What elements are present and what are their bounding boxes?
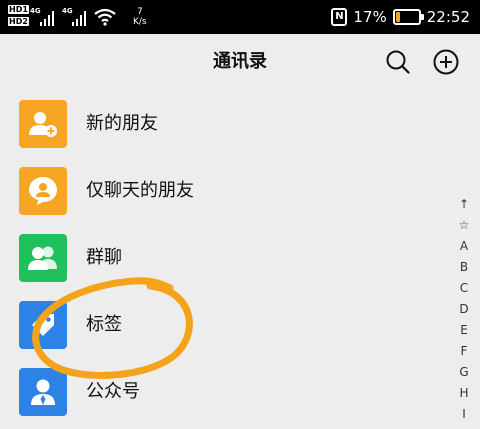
index-h[interactable]: H	[456, 383, 472, 404]
official-accounts-avatar	[19, 368, 67, 416]
index-e[interactable]: E	[456, 320, 472, 341]
group-chats-item[interactable]: 群聊	[0, 224, 460, 291]
index-up[interactable]: ↑	[456, 194, 472, 215]
official-account-icon	[31, 379, 55, 405]
tags-label: 标签	[86, 314, 122, 335]
index-a[interactable]: A	[456, 236, 472, 257]
battery-percent: 17%	[353, 8, 387, 26]
tag-icon	[32, 314, 54, 336]
group-chats-label: 群聊	[86, 247, 122, 268]
signal-icon-2	[72, 10, 86, 26]
official-accounts-label: 公众号	[86, 381, 140, 402]
index-i[interactable]: I	[456, 404, 472, 425]
group-icon	[28, 246, 57, 270]
sim2-badge: HD2	[8, 17, 29, 26]
wifi-icon	[94, 8, 116, 26]
chat-only-friends-item[interactable]: 仅聊天的朋友	[0, 157, 460, 224]
search-icon	[386, 50, 410, 74]
index-d[interactable]: D	[456, 299, 472, 320]
plus-circle-icon	[433, 49, 459, 75]
add-person-icon	[29, 112, 57, 137]
chat-only-friends-label: 仅聊天的朋友	[86, 180, 194, 201]
chat-bubble-person-icon	[29, 177, 57, 205]
group-chats-avatar	[19, 234, 67, 282]
network-speed: 7 K/s	[133, 7, 147, 27]
status-right: N 17% 22:52	[331, 0, 470, 34]
nfc-icon: N	[331, 8, 348, 26]
clock: 22:52	[426, 8, 470, 26]
alphabet-index-bar[interactable]: ↑ ☆ A B C D E F G H I	[456, 194, 472, 425]
official-accounts-item[interactable]: 公众号	[0, 358, 460, 425]
chat-only-friends-avatar	[19, 167, 67, 215]
signal-icon-1	[40, 10, 54, 26]
new-friends-item[interactable]: 新的朋友	[0, 90, 460, 157]
battery-fill	[395, 12, 400, 22]
sim1-badge: HD1	[8, 5, 29, 14]
tags-item[interactable]: 标签	[0, 291, 460, 358]
new-friends-label: 新的朋友	[86, 113, 158, 134]
new-friends-avatar	[19, 100, 67, 148]
battery-icon	[392, 9, 424, 25]
index-b[interactable]: B	[456, 257, 472, 278]
index-f[interactable]: F	[456, 341, 472, 362]
index-g[interactable]: G	[456, 362, 472, 383]
search-button[interactable]	[384, 48, 412, 76]
status-bar: HD1 HD2 4G 4G 7 K/s N 17% 22:52	[0, 0, 480, 34]
index-c[interactable]: C	[456, 278, 472, 299]
add-button[interactable]	[432, 48, 460, 76]
tags-avatar	[19, 301, 67, 349]
contacts-menu: 新的朋友 仅聊天的朋友 群聊 标签 公众号	[0, 90, 460, 425]
header: 通讯录	[0, 34, 480, 90]
index-star[interactable]: ☆	[456, 215, 472, 236]
